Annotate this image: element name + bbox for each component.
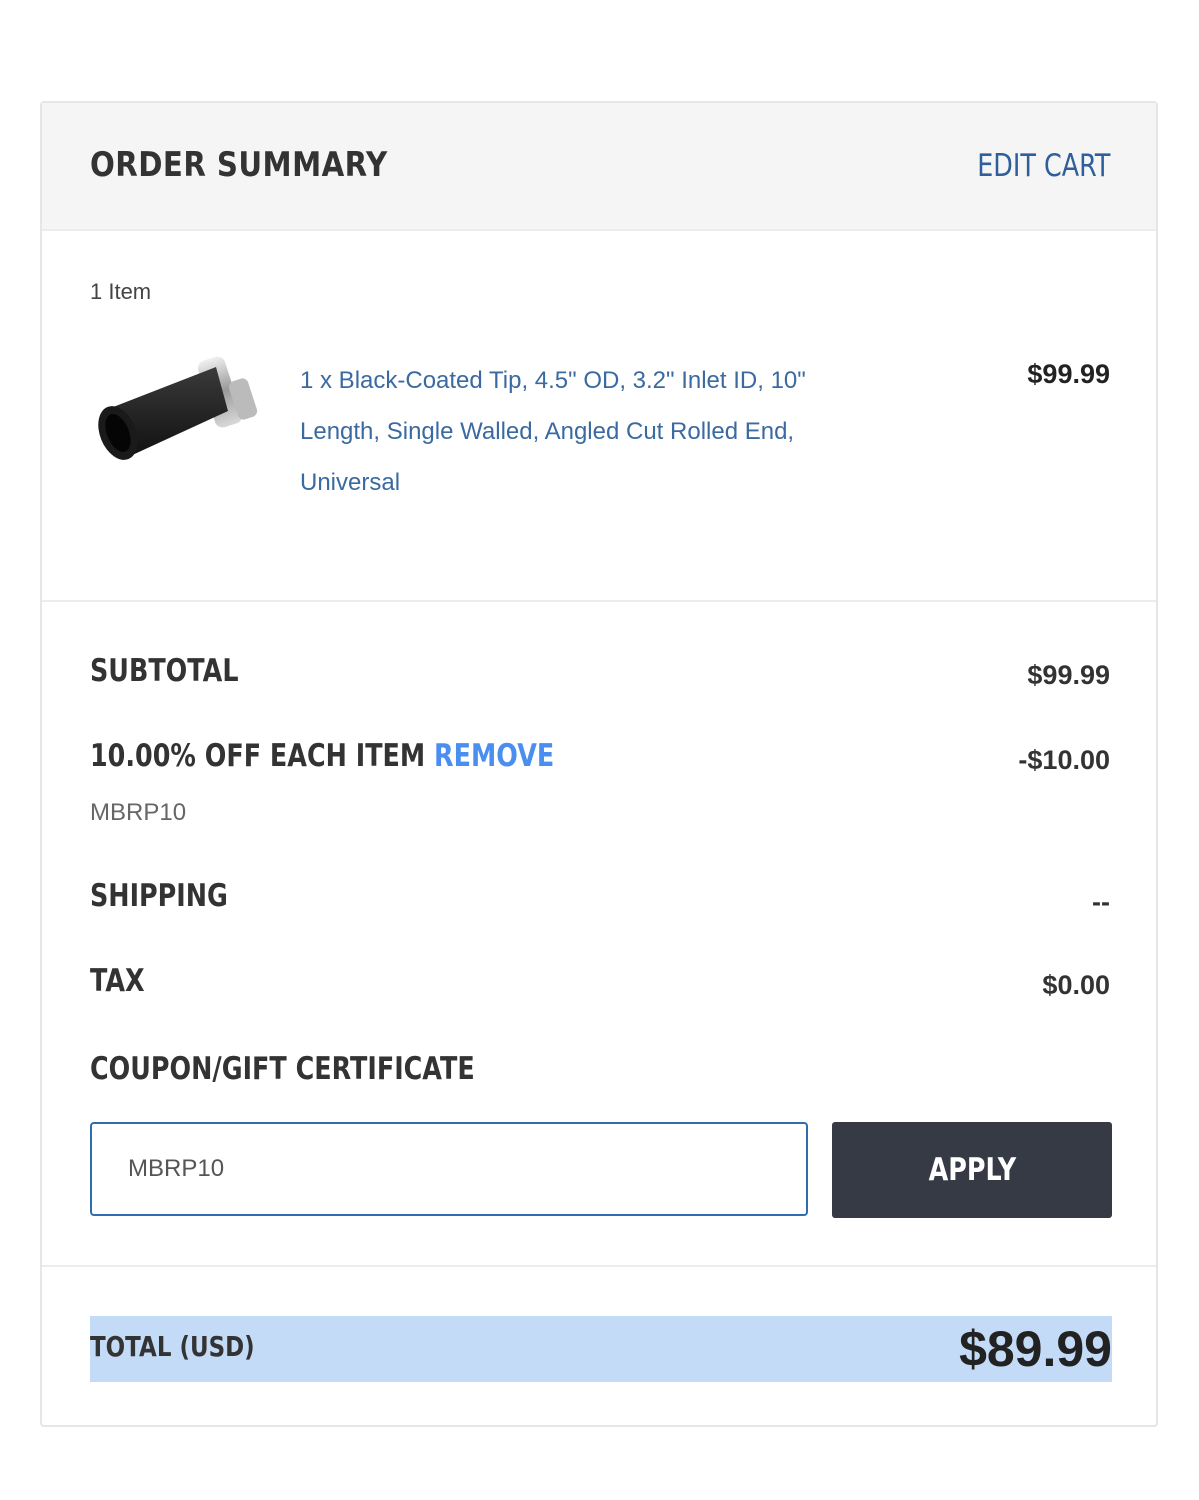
discount-label: 10.00% OFF EACH ITEM	[90, 738, 426, 774]
edit-cart-link[interactable]: EDIT CART	[977, 148, 1110, 184]
tax-value: $0.00	[1042, 970, 1110, 1000]
product-name-link[interactable]: 1 x Black-Coated Tip, 4.5" OD, 3.2" Inle…	[300, 355, 880, 508]
shipping-value: --	[1092, 887, 1110, 917]
subtotal-label: SUBTOTAL	[90, 653, 239, 689]
total-value: $89.99	[959, 1321, 1112, 1377]
divider	[42, 600, 1156, 602]
coupon-input[interactable]	[90, 1122, 808, 1216]
tax-label: TAX	[90, 963, 145, 999]
coupon-label: COUPON/GIFT CERTIFICATE	[90, 1051, 475, 1087]
discount-row: 10.00% OFF EACH ITEM REMOVE	[90, 738, 554, 774]
apply-coupon-button[interactable]: APPLY	[832, 1122, 1112, 1218]
order-summary-title: ORDER SUMMARY	[90, 145, 388, 185]
shipping-label: SHIPPING	[90, 878, 228, 914]
discount-value: -$10.00	[1018, 745, 1110, 775]
order-summary-header: ORDER SUMMARY EDIT CART	[42, 103, 1156, 231]
item-count: 1 Item	[90, 279, 152, 304]
total-row: TOTAL (USD) $89.99	[90, 1316, 1112, 1382]
subtotal-value: $99.99	[1027, 660, 1110, 690]
product-price: $99.99	[1027, 359, 1110, 389]
remove-discount-link[interactable]: REMOVE	[434, 738, 554, 774]
exhaust-tip-image	[98, 356, 258, 460]
order-summary-panel: ORDER SUMMARY EDIT CART 1 Item 1 x Black…	[40, 101, 1158, 1427]
apply-button-label: APPLY	[928, 1152, 1016, 1188]
divider	[42, 1265, 1156, 1267]
total-label: TOTAL (USD)	[90, 1330, 255, 1363]
discount-code: MBRP10	[90, 799, 187, 826]
